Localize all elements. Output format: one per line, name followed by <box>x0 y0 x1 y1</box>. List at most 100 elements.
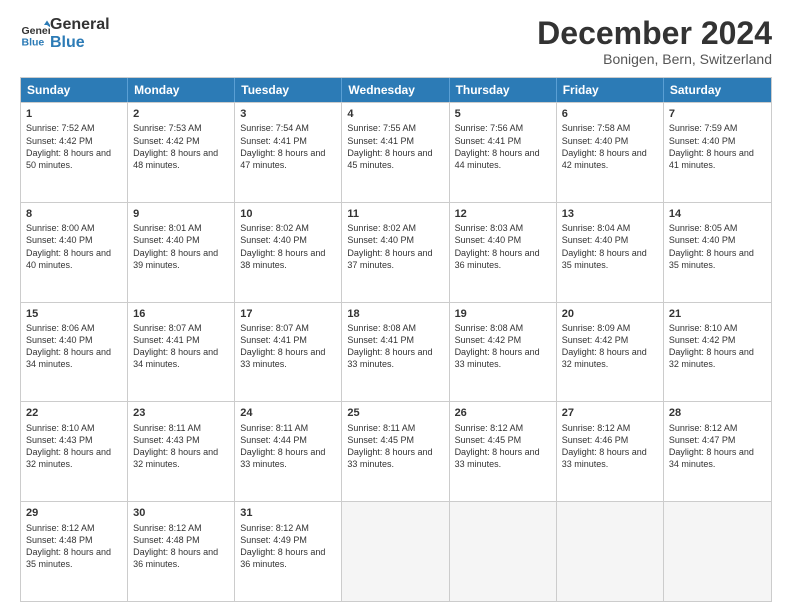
day-info: Sunrise: 8:12 AMSunset: 4:48 PMDaylight:… <box>133 522 229 571</box>
day-number: 5 <box>455 107 551 121</box>
day-info: Sunrise: 8:12 AMSunset: 4:45 PMDaylight:… <box>455 422 551 471</box>
daylight: Daylight: 8 hours and 34 minutes. <box>669 446 766 470</box>
day-number: 16 <box>133 307 229 321</box>
sunrise: Sunrise: 7:55 AM <box>347 122 443 134</box>
weekday-header: Wednesday <box>342 78 449 102</box>
calendar-cell <box>664 502 771 601</box>
sunrise: Sunrise: 8:08 AM <box>455 322 551 334</box>
day-number: 3 <box>240 107 336 121</box>
calendar-cell: 13Sunrise: 8:04 AMSunset: 4:40 PMDayligh… <box>557 203 664 302</box>
daylight: Daylight: 8 hours and 38 minutes. <box>240 247 336 271</box>
sunset: Sunset: 4:40 PM <box>669 234 766 246</box>
daylight: Daylight: 8 hours and 32 minutes. <box>669 346 766 370</box>
header: General Blue General Blue December 2024 … <box>20 16 772 67</box>
calendar-cell: 6Sunrise: 7:58 AMSunset: 4:40 PMDaylight… <box>557 103 664 202</box>
sunrise: Sunrise: 8:00 AM <box>26 222 122 234</box>
sunrise: Sunrise: 8:10 AM <box>26 422 122 434</box>
sunset: Sunset: 4:48 PM <box>26 534 122 546</box>
calendar-cell: 3Sunrise: 7:54 AMSunset: 4:41 PMDaylight… <box>235 103 342 202</box>
weekday-header: Friday <box>557 78 664 102</box>
calendar-row: 1Sunrise: 7:52 AMSunset: 4:42 PMDaylight… <box>21 102 771 202</box>
sunrise: Sunrise: 7:53 AM <box>133 122 229 134</box>
day-number: 20 <box>562 307 658 321</box>
day-number: 23 <box>133 406 229 420</box>
sunrise: Sunrise: 8:10 AM <box>669 322 766 334</box>
daylight: Daylight: 8 hours and 35 minutes. <box>562 247 658 271</box>
sunrise: Sunrise: 8:11 AM <box>347 422 443 434</box>
calendar-cell: 18Sunrise: 8:08 AMSunset: 4:41 PMDayligh… <box>342 303 449 402</box>
logo-line1: General <box>50 16 110 34</box>
sunrise: Sunrise: 8:11 AM <box>240 422 336 434</box>
calendar-row: 15Sunrise: 8:06 AMSunset: 4:40 PMDayligh… <box>21 302 771 402</box>
weekday-header: Sunday <box>21 78 128 102</box>
sunrise: Sunrise: 8:12 AM <box>240 522 336 534</box>
day-number: 15 <box>26 307 122 321</box>
day-number: 30 <box>133 506 229 520</box>
calendar-cell: 21Sunrise: 8:10 AMSunset: 4:42 PMDayligh… <box>664 303 771 402</box>
day-info: Sunrise: 8:10 AMSunset: 4:42 PMDaylight:… <box>669 322 766 371</box>
day-info: Sunrise: 8:04 AMSunset: 4:40 PMDaylight:… <box>562 222 658 271</box>
day-info: Sunrise: 7:54 AMSunset: 4:41 PMDaylight:… <box>240 122 336 171</box>
day-info: Sunrise: 8:05 AMSunset: 4:40 PMDaylight:… <box>669 222 766 271</box>
calendar-cell: 15Sunrise: 8:06 AMSunset: 4:40 PMDayligh… <box>21 303 128 402</box>
day-number: 27 <box>562 406 658 420</box>
sunset: Sunset: 4:49 PM <box>240 534 336 546</box>
day-number: 12 <box>455 207 551 221</box>
sunrise: Sunrise: 8:12 AM <box>455 422 551 434</box>
calendar-cell: 5Sunrise: 7:56 AMSunset: 4:41 PMDaylight… <box>450 103 557 202</box>
day-number: 11 <box>347 207 443 221</box>
sunset: Sunset: 4:44 PM <box>240 434 336 446</box>
day-info: Sunrise: 8:02 AMSunset: 4:40 PMDaylight:… <box>347 222 443 271</box>
daylight: Daylight: 8 hours and 33 minutes. <box>455 346 551 370</box>
sunset: Sunset: 4:41 PM <box>347 334 443 346</box>
sunset: Sunset: 4:40 PM <box>347 234 443 246</box>
main-title: December 2024 <box>537 16 772 51</box>
day-info: Sunrise: 8:12 AMSunset: 4:47 PMDaylight:… <box>669 422 766 471</box>
sunset: Sunset: 4:43 PM <box>133 434 229 446</box>
daylight: Daylight: 8 hours and 33 minutes. <box>240 446 336 470</box>
day-number: 18 <box>347 307 443 321</box>
day-info: Sunrise: 8:10 AMSunset: 4:43 PMDaylight:… <box>26 422 122 471</box>
calendar-cell: 29Sunrise: 8:12 AMSunset: 4:48 PMDayligh… <box>21 502 128 601</box>
sunset: Sunset: 4:45 PM <box>347 434 443 446</box>
sunrise: Sunrise: 7:52 AM <box>26 122 122 134</box>
day-number: 2 <box>133 107 229 121</box>
day-info: Sunrise: 8:12 AMSunset: 4:49 PMDaylight:… <box>240 522 336 571</box>
day-number: 19 <box>455 307 551 321</box>
calendar-header: SundayMondayTuesdayWednesdayThursdayFrid… <box>21 78 771 102</box>
sunrise: Sunrise: 7:54 AM <box>240 122 336 134</box>
day-info: Sunrise: 8:11 AMSunset: 4:45 PMDaylight:… <box>347 422 443 471</box>
day-number: 22 <box>26 406 122 420</box>
day-info: Sunrise: 8:11 AMSunset: 4:43 PMDaylight:… <box>133 422 229 471</box>
sunrise: Sunrise: 8:02 AM <box>347 222 443 234</box>
sunset: Sunset: 4:42 PM <box>562 334 658 346</box>
day-info: Sunrise: 8:12 AMSunset: 4:46 PMDaylight:… <box>562 422 658 471</box>
logo-icon: General Blue <box>20 19 50 49</box>
calendar-cell: 25Sunrise: 8:11 AMSunset: 4:45 PMDayligh… <box>342 402 449 501</box>
sunset: Sunset: 4:40 PM <box>26 234 122 246</box>
calendar-cell: 22 Sunrise: 8:10 AMSunset: 4:43 PMDayligh… <box>21 402 128 501</box>
day-number: 8 <box>26 207 122 221</box>
sunrise: Sunrise: 7:58 AM <box>562 122 658 134</box>
calendar-cell: 1Sunrise: 7:52 AMSunset: 4:42 PMDaylight… <box>21 103 128 202</box>
sunset: Sunset: 4:41 PM <box>240 334 336 346</box>
calendar-cell: 12Sunrise: 8:03 AMSunset: 4:40 PMDayligh… <box>450 203 557 302</box>
calendar-row: 8Sunrise: 8:00 AMSunset: 4:40 PMDaylight… <box>21 202 771 302</box>
daylight: Daylight: 8 hours and 42 minutes. <box>562 147 658 171</box>
day-number: 7 <box>669 107 766 121</box>
sunrise: Sunrise: 8:12 AM <box>562 422 658 434</box>
sunrise: Sunrise: 8:12 AM <box>26 522 122 534</box>
calendar-cell: 24 Sunrise: 8:11 AMSunset: 4:44 PMDayligh… <box>235 402 342 501</box>
sunset: Sunset: 4:41 PM <box>347 135 443 147</box>
day-info: Sunrise: 8:00 AMSunset: 4:40 PMDaylight:… <box>26 222 122 271</box>
calendar-cell: 31Sunrise: 8:12 AMSunset: 4:49 PMDayligh… <box>235 502 342 601</box>
day-info: Sunrise: 7:59 AMSunset: 4:40 PMDaylight:… <box>669 122 766 171</box>
day-number: 9 <box>133 207 229 221</box>
daylight: Daylight: 8 hours and 36 minutes. <box>133 546 229 570</box>
day-info: Sunrise: 8:01 AMSunset: 4:40 PMDaylight:… <box>133 222 229 271</box>
sunset: Sunset: 4:41 PM <box>133 334 229 346</box>
calendar-cell: 11Sunrise: 8:02 AMSunset: 4:40 PMDayligh… <box>342 203 449 302</box>
day-info: Sunrise: 8:11 AMSunset: 4:44 PMDaylight:… <box>240 422 336 471</box>
day-number: 24 <box>240 406 336 420</box>
sunrise: Sunrise: 8:07 AM <box>240 322 336 334</box>
